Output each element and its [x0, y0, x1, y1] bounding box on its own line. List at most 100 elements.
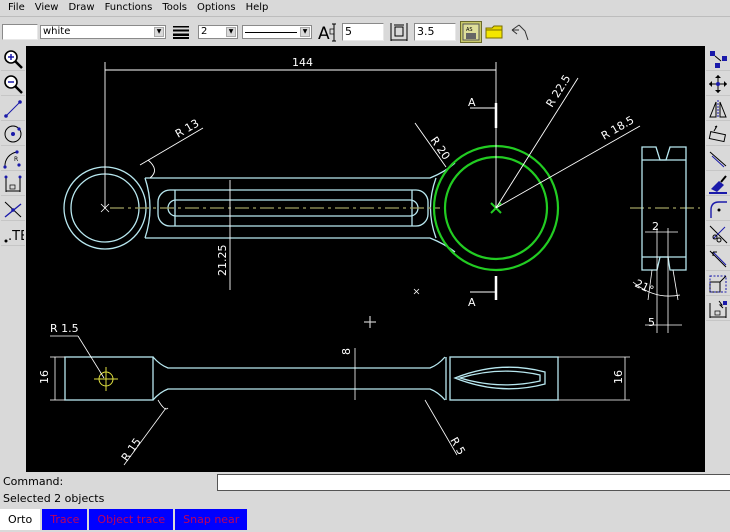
dim-r5: R 5 — [447, 435, 467, 457]
line-width-icon — [170, 21, 192, 43]
zoom-out-button[interactable] — [1, 72, 25, 96]
dimension-edit-icon — [709, 300, 727, 318]
circle-tool-button[interactable] — [1, 122, 25, 146]
mirror-button[interactable] — [706, 97, 730, 121]
dimension-tool-button[interactable] — [1, 172, 25, 196]
svg-text:A: A — [318, 24, 330, 43]
offset-button[interactable] — [706, 147, 730, 171]
offset-icon — [709, 151, 727, 167]
drawing-svg: 144 R 13 R 20 R 22.5 R 18.5 21.25 A A R … — [38, 56, 700, 466]
text-tool-button[interactable]: .TE — [1, 222, 25, 246]
dimension-height-field[interactable]: 3.5 — [414, 23, 456, 41]
text-height-field[interactable]: 5 — [342, 23, 384, 41]
svg-text:.TE: .TE — [8, 229, 24, 244]
menu-options[interactable]: Options — [192, 0, 241, 16]
select-objects-button[interactable] — [706, 47, 730, 71]
dim-r1-5: R 1.5 — [50, 322, 79, 335]
zoom-in-icon — [4, 49, 23, 69]
bottom-view-outline — [64, 356, 559, 401]
line-tool-icon — [4, 99, 22, 118]
fillet-button[interactable] — [706, 197, 730, 221]
undo-icon[interactable] — [508, 21, 530, 43]
mode-snap-near-toggle[interactable]: Snap near — [175, 509, 248, 530]
rotate-icon — [708, 125, 727, 142]
text-tool-icon: .TE — [4, 229, 24, 244]
drawing-canvas[interactable]: 144 R 13 R 20 R 22.5 R 18.5 21.25 A A R … — [26, 46, 705, 472]
dim-r20: R 20 — [428, 134, 453, 162]
shank-top-edge — [145, 162, 456, 179]
dimension-edit-button[interactable] — [706, 297, 730, 321]
chevron-down-icon: ▼ — [300, 27, 310, 37]
dim-width: 21.25 — [216, 245, 229, 277]
linetype-preview — [245, 32, 297, 33]
zoom-in-button[interactable] — [1, 47, 25, 71]
dim-r22-5: R 22.5 — [544, 72, 574, 109]
save-as-icon[interactable]: AS — [460, 21, 482, 43]
linewidth-select[interactable]: 2 ▼ — [198, 25, 238, 39]
color-select[interactable]: white ▼ — [40, 25, 166, 39]
trim-icon — [709, 225, 728, 243]
linetype-select[interactable]: ▼ — [242, 25, 312, 39]
arc-radius-tool-icon: R — [3, 149, 21, 169]
paint-brush-icon — [709, 174, 727, 194]
snap-markers — [100, 203, 420, 295]
dim-gap5: 5 — [648, 316, 655, 329]
svg-text:R: R — [14, 156, 18, 163]
select-objects-icon — [710, 50, 727, 68]
move-button[interactable] — [706, 72, 730, 96]
fillet-icon — [710, 200, 727, 218]
toolbar: white ▼ 2 ▼ ▼ A 5 3.5 AS — [0, 18, 730, 46]
menu-tools[interactable]: Tools — [157, 0, 192, 16]
arc-radius-tool-button[interactable]: R — [1, 147, 25, 171]
dimension-tool-icon — [4, 175, 22, 192]
trim-button[interactable] — [706, 222, 730, 246]
menu-file[interactable]: File — [3, 0, 30, 16]
extend-icon — [709, 250, 727, 267]
color-select-value: white — [43, 26, 71, 37]
status-text: Selected 2 objects — [3, 492, 105, 505]
dim-t8: 8 — [340, 348, 353, 355]
rotate-button[interactable] — [706, 122, 730, 146]
dim-r15: R 15 — [119, 436, 144, 464]
command-input[interactable] — [217, 474, 730, 491]
zoom-out-icon — [4, 74, 23, 94]
dimension-texts: 144 R 13 R 20 R 22.5 R 18.5 21.25 A A R … — [38, 56, 659, 464]
intersection-tool-button[interactable] — [1, 197, 25, 221]
chevron-down-icon: ▼ — [226, 27, 236, 37]
intersection-tool-icon — [4, 201, 22, 218]
command-label: Command: — [3, 475, 64, 488]
section-a-bottom: A — [468, 296, 476, 309]
scale-icon — [709, 275, 727, 292]
svg-text:AS: AS — [466, 27, 473, 33]
menu-draw[interactable]: Draw — [63, 0, 99, 16]
dim-gap2: 2 — [652, 220, 659, 233]
scale-button[interactable] — [706, 272, 730, 296]
extend-button[interactable] — [706, 247, 730, 271]
mirror-icon — [709, 99, 727, 118]
shank-bottom-edge — [145, 237, 456, 253]
circle-tool-icon — [4, 125, 22, 142]
mode-orto-toggle[interactable]: Orto — [0, 509, 41, 530]
menu-functions[interactable]: Functions — [100, 0, 158, 16]
dim-h16-right: 16 — [612, 370, 625, 384]
dimension-height-icon — [388, 21, 410, 43]
open-folder-icon[interactable] — [484, 21, 506, 43]
right-toolbar — [705, 46, 730, 472]
line-tool-button[interactable] — [1, 97, 25, 121]
chevron-down-icon: ▼ — [154, 27, 164, 37]
paint-brush-button[interactable] — [706, 172, 730, 196]
layer-field[interactable] — [2, 24, 38, 40]
text-height-icon: A — [316, 21, 338, 43]
menu-bar: File View Draw Functions Tools Options H… — [0, 0, 730, 17]
dim-angle: 21° — [633, 277, 656, 297]
move-icon — [709, 74, 727, 93]
menu-help[interactable]: Help — [241, 0, 274, 16]
mode-object-trace-toggle[interactable]: Object trace — [89, 509, 174, 530]
mode-bar: Orto Trace Object trace Snap near — [0, 509, 249, 531]
mode-trace-toggle[interactable]: Trace — [42, 509, 88, 530]
section-a-top: A — [468, 96, 476, 109]
linewidth-select-value: 2 — [201, 26, 208, 37]
menu-view[interactable]: View — [30, 0, 64, 16]
dim-length: 144 — [292, 56, 313, 69]
cursor-crosshair — [364, 316, 376, 328]
